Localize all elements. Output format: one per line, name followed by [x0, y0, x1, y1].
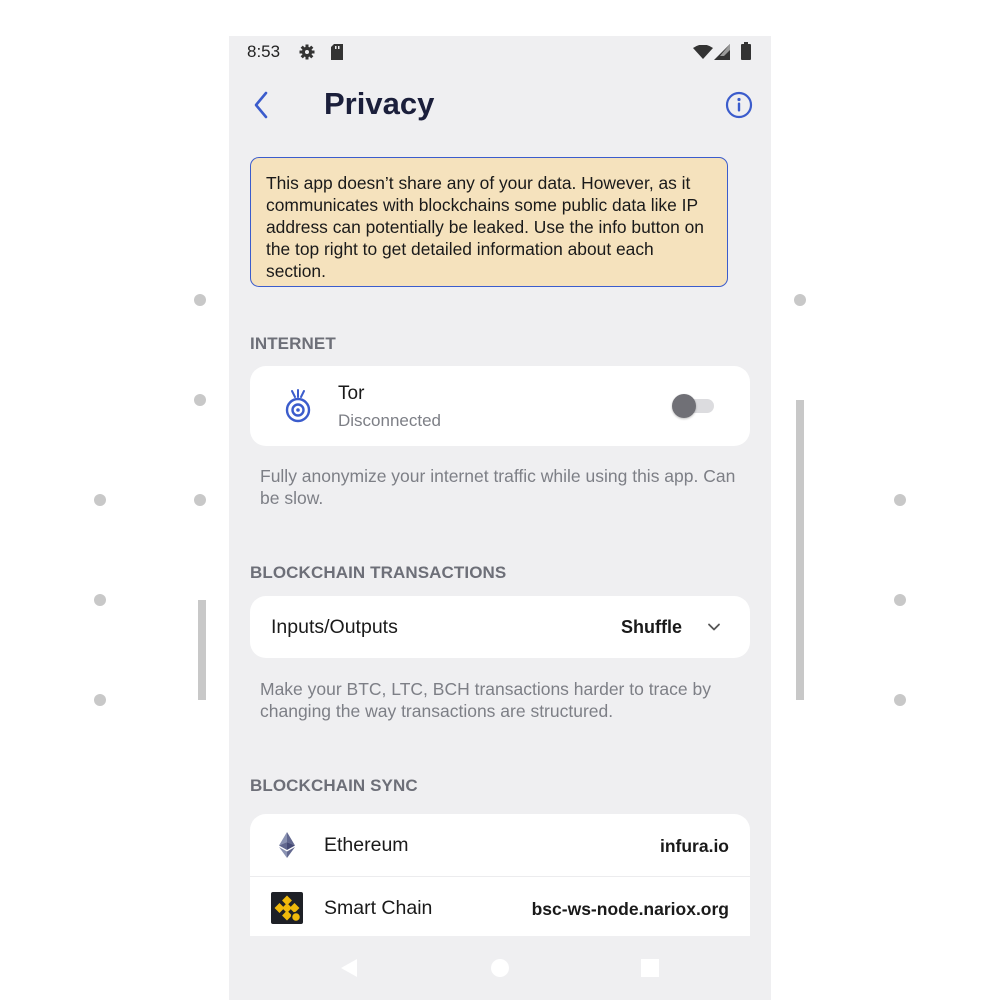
app-bar: Privacy [229, 76, 771, 136]
sync-item-ethereum[interactable]: Ethereum infura.io [250, 814, 750, 877]
nav-recents-icon[interactable] [640, 958, 660, 978]
nav-home-icon[interactable] [490, 958, 510, 978]
chevron-left-icon[interactable] [247, 88, 277, 122]
signal-icon [714, 44, 730, 60]
tor-status: Disconnected [338, 411, 442, 430]
status-time: 8:53 [247, 42, 281, 61]
internet-description: Fully anonymize your internet traffic wh… [260, 466, 736, 508]
nav-back-icon[interactable] [339, 958, 359, 978]
decor-bar [796, 400, 804, 700]
tor-title: Tor [338, 383, 365, 404]
sd-card-icon [331, 44, 343, 60]
sync-item-name: Smart Chain [324, 897, 433, 919]
sync-item-name: Ethereum [324, 834, 409, 856]
decor-dot [894, 694, 906, 706]
toggle-thumb [672, 394, 696, 418]
wifi-icon [693, 45, 713, 59]
privacy-notice: This app doesn’t share any of your data.… [250, 157, 728, 287]
sync-card: Ethereum infura.io Smart Chain bsc-ws-no… [250, 814, 750, 954]
decor-dot [194, 394, 206, 406]
section-header-transactions: BLOCKCHAIN TRANSACTIONS [250, 563, 507, 582]
transactions-description: Make your BTC, LTC, BCH transactions har… [260, 679, 711, 721]
chevron-down-icon [708, 623, 720, 631]
section-header-sync: BLOCKCHAIN SYNC [250, 776, 418, 795]
inputs-outputs-row[interactable]: Inputs/Outputs Shuffle [250, 596, 750, 658]
decor-dot [194, 494, 206, 506]
decor-dot [794, 294, 806, 306]
decor-bar [198, 600, 206, 700]
sync-item-value: bsc-ws-node.nariox.org [531, 899, 729, 919]
decor-dot [894, 594, 906, 606]
phone-screen: 8:53 Privacy This app doesn’t share any … [229, 36, 771, 1000]
status-bar: 8:53 [229, 36, 771, 70]
tor-onion-icon [285, 389, 311, 423]
decor-dot [94, 694, 106, 706]
battery-icon [741, 42, 751, 60]
decor-dot [894, 494, 906, 506]
inputs-outputs-label: Inputs/Outputs [271, 616, 398, 638]
inputs-outputs-value: Shuffle [621, 617, 682, 637]
sync-item-value: infura.io [659, 836, 729, 856]
info-circle-icon[interactable] [725, 91, 753, 119]
decor-dot [194, 294, 206, 306]
page-title: Privacy [324, 86, 435, 121]
tor-card[interactable]: Tor Disconnected [250, 366, 750, 446]
decor-dot [94, 494, 106, 506]
system-nav-bar [229, 936, 771, 1000]
binance-smart-chain-icon [271, 892, 303, 924]
ethereum-icon [279, 832, 295, 858]
section-header-internet: INTERNET [250, 334, 336, 353]
gear-icon [299, 44, 315, 60]
decor-dot [94, 594, 106, 606]
sync-item-smart-chain[interactable]: Smart Chain bsc-ws-node.nariox.org [250, 877, 750, 939]
tor-toggle[interactable] [670, 394, 716, 418]
